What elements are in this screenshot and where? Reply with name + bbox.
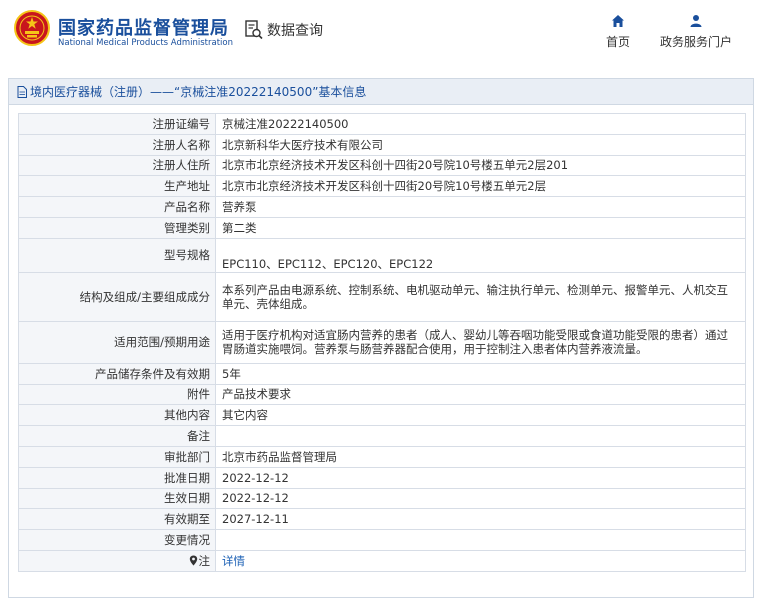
nav-home-label: 首页 [606,35,631,49]
table-row: 注 详情 [18,549,746,572]
table-row: 管理类别 第二类 [18,216,746,239]
detail-panel: 境内医疗器械（注册）——“京械注准20222140500”基本信息 注册证编号京… [8,78,754,598]
field-value: 5年 [215,362,746,385]
field-value: 适用于医疗机构对适宜肠内营养的患者（成人、婴幼儿等吞咽功能受限或食道功能受限的患… [215,320,746,364]
field-label: 生效日期 [18,487,216,510]
field-label: 批准日期 [18,466,216,489]
field-label: 管理类别 [18,216,216,239]
field-value [215,425,746,447]
field-label: 注 [18,549,216,572]
field-label: 注册人住所 [18,154,216,177]
table-row: 注册人名称 北京新科华大医疗技术有限公司 [18,133,746,156]
table-row: 生产地址 北京市北京经济技术开发区科创十四街20号院10号楼五单元2层 [18,175,746,198]
field-label: 附件 [18,383,216,406]
field-value: 2022-12-12 [215,487,746,510]
site-header: 国家药品监督管理局 National Medical Products Admi… [0,0,762,70]
data-query-label: 数据查询 [267,23,323,39]
info-table: 注册证编号 京械注准20222140500 注册人名称 北京新科华大医疗技术有限公司… [18,113,746,572]
field-label: 生产地址 [18,175,216,198]
field-value: 详情 [215,549,746,572]
details-link[interactable]: 详情 [222,554,245,568]
data-query-link[interactable]: 数据查询 [245,20,323,40]
table-row: 有效期至 2027-12-11 [18,508,746,531]
field-label: 备注 [18,425,216,447]
field-label: 产品名称 [18,196,216,218]
field-value: 京械注准20222140500 [215,113,746,135]
note-label: 注 [198,553,211,568]
document-icon [17,85,27,98]
field-label: 有效期至 [18,508,216,531]
location-pin-icon [189,555,197,566]
field-value: 2027-12-11 [215,508,746,531]
nav-home[interactable]: 首页 [606,14,630,50]
table-row: 产品名称 营养泵 [18,196,746,218]
table-row: 产品储存条件及有效期 5年 [18,362,746,385]
nav-service-portal[interactable]: 政务服务门户 [660,14,732,50]
field-label: 其他内容 [18,404,216,427]
site-subtitle-en: National Medical Products Administration [58,38,233,48]
table-row: 生效日期 2022-12-12 [18,487,746,510]
info-table-wrapper: 注册证编号 京械注准20222140500 注册人名称 北京新科华大医疗技术有限公司… [18,113,746,572]
panel-title: 境内医疗器械（注册）——“京械注准20222140500”基本信息 [30,85,367,99]
table-row: 审批部门 北京市药品监督管理局 [18,445,746,468]
panel-title-bar: 境内医疗器械（注册）——“京械注准20222140500”基本信息 [9,79,753,105]
table-row: 注册证编号 京械注准20222140500 [18,113,746,135]
table-row: 附件 产品技术要求 [18,383,746,406]
table-row: 变更情况 [18,529,746,551]
document-search-icon [245,20,263,40]
field-value: 第二类 [215,216,746,239]
field-label: 审批部门 [18,445,216,468]
nav-service-portal-label: 政务服务门户 [660,35,733,49]
field-label: 变更情况 [18,529,216,551]
field-value: 北京市药品监督管理局 [215,445,746,468]
field-label: 适用范围/预期用途 [18,320,216,364]
field-value [215,529,746,551]
field-value: 营养泵 [215,196,746,218]
field-value: 北京市北京经济技术开发区科创十四街20号院10号楼五单元2层201 [215,154,746,177]
field-value: 产品技术要求 [215,383,746,406]
field-value: 其它内容 [215,404,746,427]
field-label: 注册证编号 [18,113,216,135]
table-row: 注册人住所 北京市北京经济技术开发区科创十四街20号院10号楼五单元2层201 [18,154,746,177]
table-row: 其他内容 其它内容 [18,404,746,427]
field-label: 结构及组成/主要组成成分 [18,271,216,322]
field-value: EPC110、EPC112、EPC120、EPC122 [215,237,746,273]
home-icon [612,15,624,27]
table-row: 适用范围/预期用途 适用于医疗机构对适宜肠内营养的患者（成人、婴幼儿等吞咽功能受限… [18,320,746,364]
national-emblem-icon [14,10,50,46]
table-row: 批准日期 2022-12-12 [18,466,746,489]
site-title[interactable]: 国家药品监督管理局 [58,14,229,40]
table-row: 备注 [18,425,746,447]
table-row: 结构及组成/主要组成成分 本系列产品由电源系统、控制系统、电机驱动单元、输注执行单… [18,271,746,322]
field-label: 注册人名称 [18,133,216,156]
user-icon [690,15,702,27]
field-label: 型号规格 [18,237,216,273]
table-row: 型号规格 EPC110、EPC112、EPC120、EPC122 [18,237,746,273]
field-value: 北京新科华大医疗技术有限公司 [215,133,746,156]
field-label: 产品储存条件及有效期 [18,362,216,385]
field-value: 本系列产品由电源系统、控制系统、电机驱动单元、输注执行单元、检测单元、报警单元、… [215,271,746,322]
field-value: 北京市北京经济技术开发区科创十四街20号院10号楼五单元2层 [215,175,746,198]
field-value: 2022-12-12 [215,466,746,489]
